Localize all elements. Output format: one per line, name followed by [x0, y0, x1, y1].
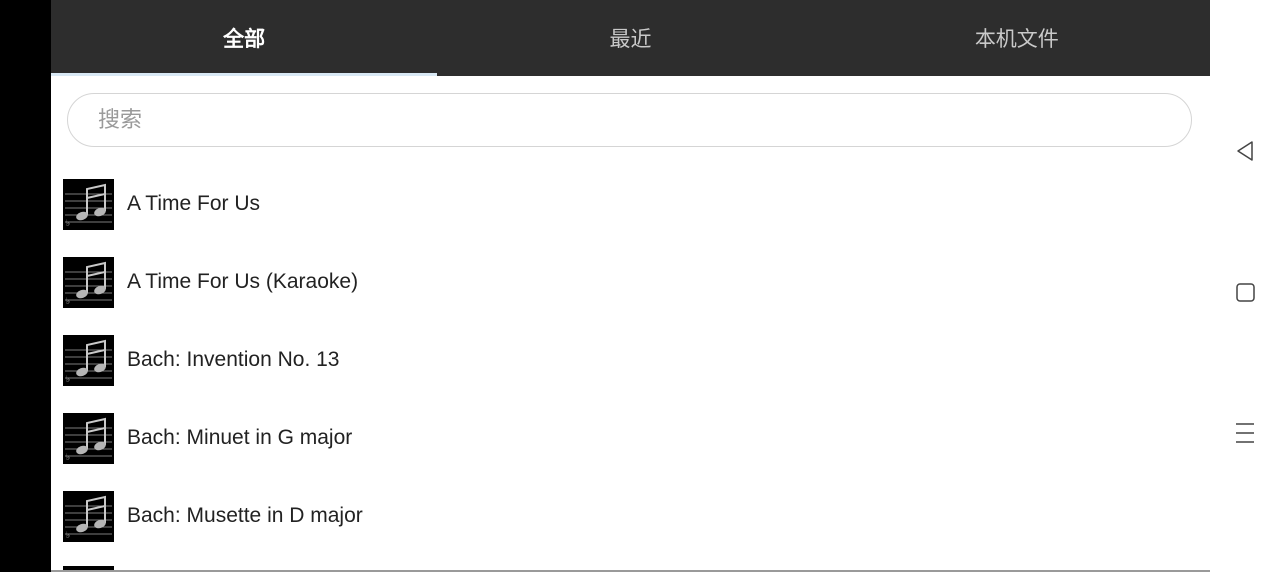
song-title: Bach: Invention No. 13	[127, 348, 340, 371]
system-navigation-bar	[1210, 0, 1280, 572]
home-icon[interactable]	[1233, 280, 1257, 304]
screen: 全部 最近 本机文件 ♭	[0, 0, 1280, 572]
app-container: 全部 最近 本机文件 ♭	[51, 0, 1210, 572]
list-item[interactable]: ♭ Bach: Invention No. 13	[51, 321, 1210, 399]
tab-all[interactable]: 全部	[51, 0, 438, 76]
song-title: A Time For Us	[127, 192, 261, 215]
list-item[interactable]: ♭ A Time For Us	[51, 165, 1210, 243]
song-title: Bach: Musette in D major	[127, 504, 363, 527]
song-title: A Time For Us (Karaoke)	[127, 270, 359, 293]
list-item[interactable]: ♭ A Time For Us (Karaoke)	[51, 243, 1210, 321]
tab-recent[interactable]: 最近	[437, 0, 823, 76]
svg-text:♭: ♭	[66, 375, 70, 385]
svg-text:♭: ♭	[66, 219, 70, 229]
svg-text:♭: ♭	[66, 531, 70, 541]
tab-local-files[interactable]: 本机文件	[824, 0, 1210, 76]
search-box[interactable]	[67, 93, 1192, 147]
tab-bar: 全部 最近 本机文件	[51, 0, 1210, 76]
search-input[interactable]	[96, 106, 1191, 134]
list-item[interactable]: ♭ Bach: Musette in D major	[51, 477, 1210, 555]
menu-icon[interactable]	[1233, 421, 1257, 445]
sheet-music-icon: ♭	[63, 412, 114, 464]
sheet-music-icon: ♭	[63, 178, 114, 230]
sheet-music-icon: ♭	[63, 256, 114, 308]
list-item[interactable]: ♭ Bach: Minuet in G major	[51, 399, 1210, 477]
sheet-music-icon: ♭	[63, 334, 114, 386]
svg-text:♭: ♭	[66, 453, 70, 463]
sheet-music-icon: ♭	[63, 490, 114, 542]
song-list: ♭ A Time For Us ♭ A Time For Us (Karaoke…	[51, 165, 1210, 555]
left-black-bar	[0, 0, 51, 572]
back-icon[interactable]	[1233, 139, 1257, 163]
song-title: Bach: Minuet in G major	[127, 426, 353, 449]
svg-text:♭: ♭	[66, 297, 70, 307]
